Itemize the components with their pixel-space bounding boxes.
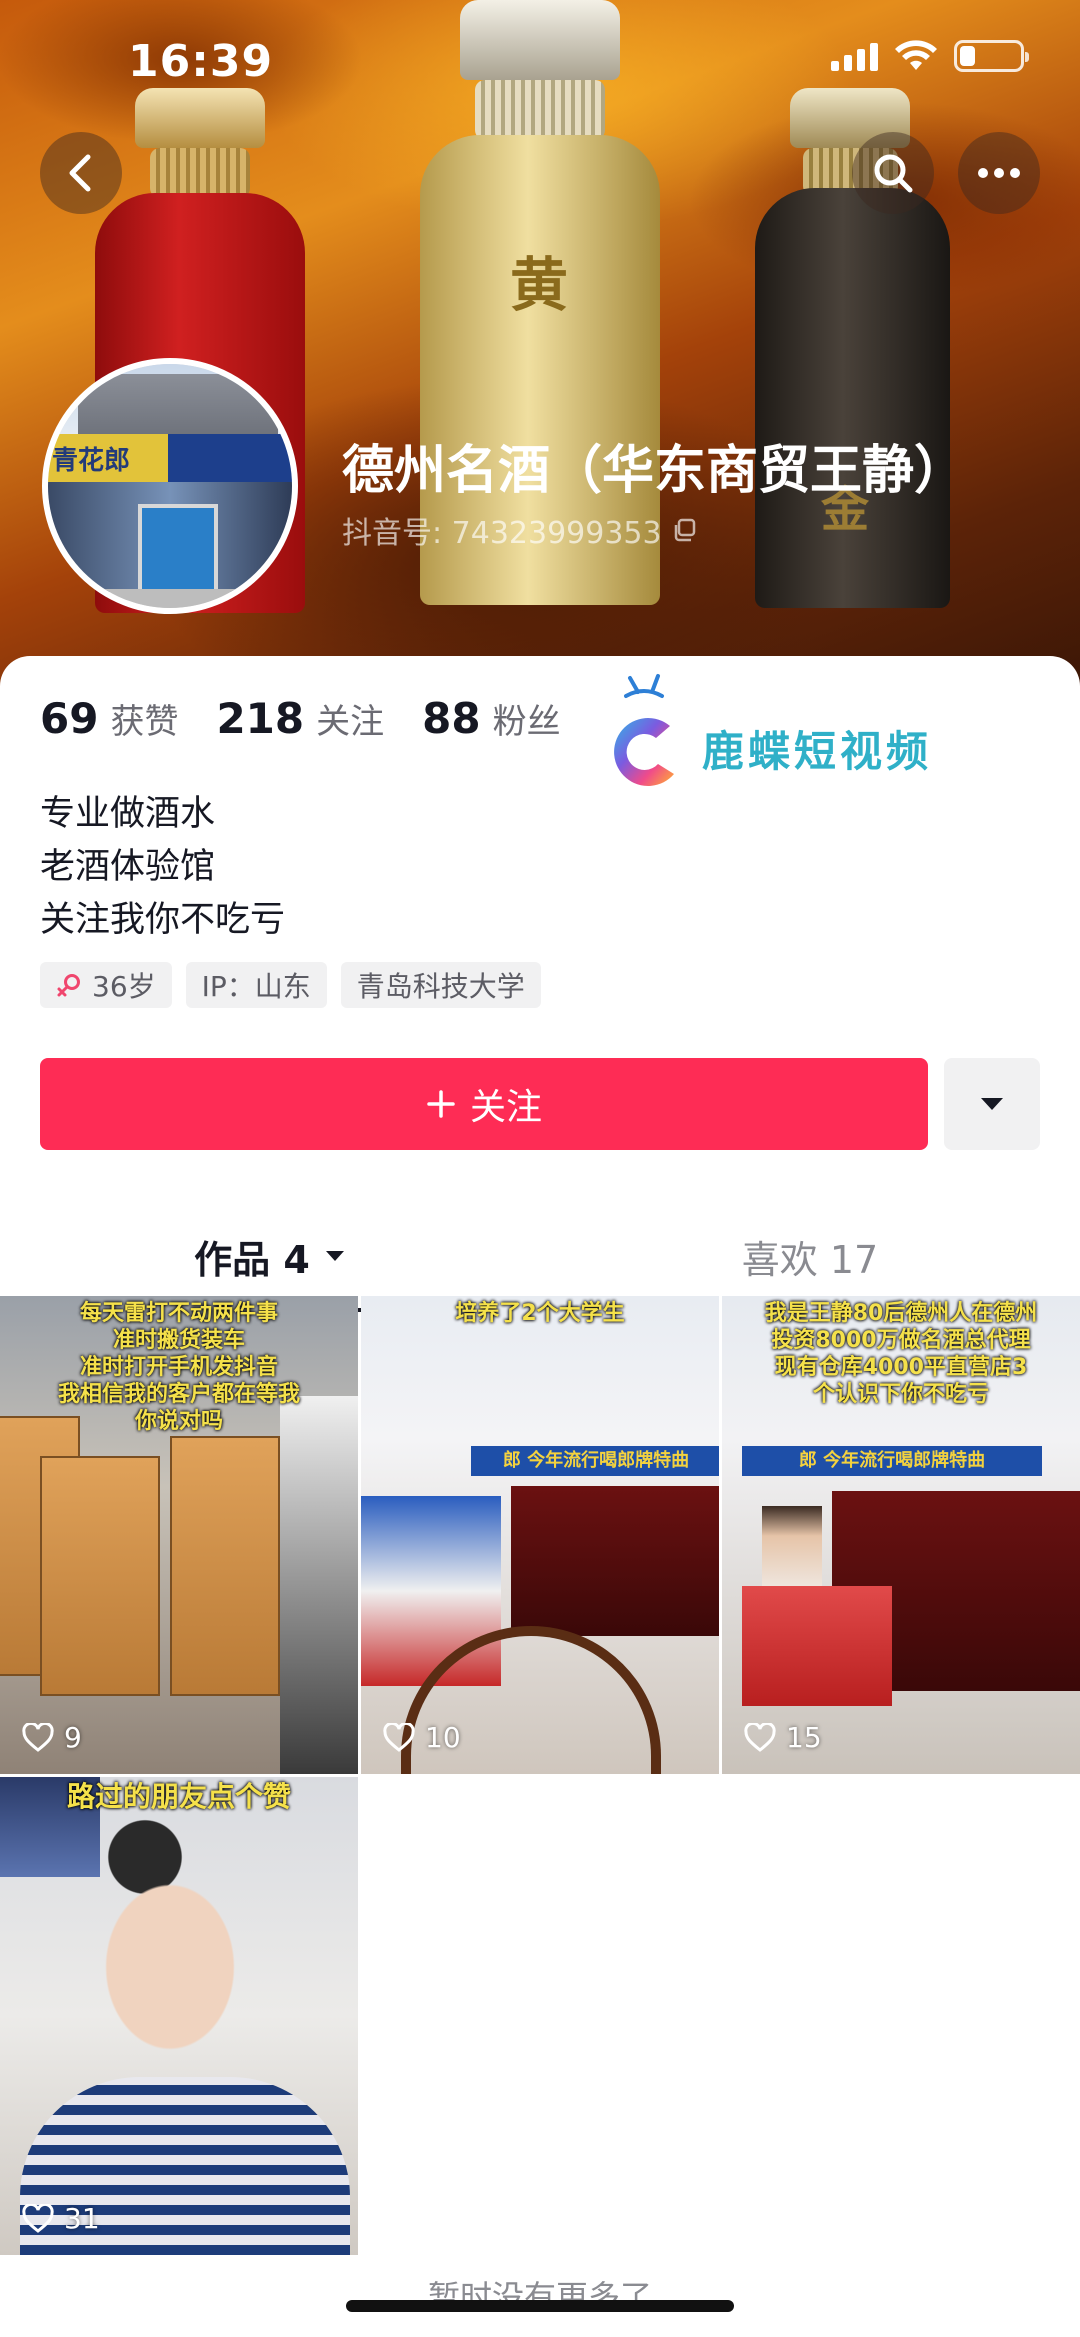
video-likes-count: 31 [64, 2202, 100, 2235]
more-options-button[interactable] [958, 132, 1040, 214]
tab-works[interactable]: 作品 4 [0, 1206, 540, 1306]
heart-icon [22, 1722, 54, 1752]
video-thumbnail[interactable]: 每天雷打不动两件事 准时搬货装车 准时打开手机发抖音 我相信我的客户都在等我 你… [0, 1296, 358, 1774]
search-button[interactable] [852, 132, 934, 214]
search-icon [874, 154, 913, 193]
tag-age-text: 36岁 [92, 970, 156, 1003]
video-caption: 每天雷打不动两件事 准时搬货装车 准时打开手机发抖音 我相信我的客户都在等我 你… [57, 1301, 300, 1434]
tab-likes[interactable]: 喜欢 17 [540, 1206, 1080, 1306]
profile-stats: 69 获赞 218 关注 88 粉丝 [40, 694, 561, 743]
plus-icon [427, 1090, 455, 1118]
recommend-dropdown-button[interactable] [944, 1058, 1040, 1150]
home-indicator[interactable] [346, 2300, 734, 2312]
status-time: 16:39 [128, 36, 274, 87]
store-banner: 郎 今年流行喝郎牌特曲 [471, 1446, 719, 1476]
video-likes: 15 [744, 1721, 822, 1754]
tag-school[interactable]: 青岛科技大学 [340, 962, 541, 1008]
battery-level [960, 46, 975, 66]
stat-likes-value: 69 [40, 694, 99, 743]
stat-followers-label: 粉丝 [492, 702, 561, 742]
avatar-sign-text: 青花郎 [48, 434, 168, 482]
wifi-icon [895, 40, 937, 70]
douyin-id: 抖音号: 74323999353 [342, 516, 662, 551]
video-likes-count: 9 [64, 1721, 82, 1754]
caret-down-icon [325, 1251, 344, 1261]
video-likes-count: 15 [786, 1721, 822, 1754]
profile-banner: 黄 金 16:39 青花郎 德州名酒（华东商贸王静） 抖音号: 74323999… [0, 0, 1080, 700]
video-likes: 9 [22, 1721, 82, 1754]
copy-icon[interactable] [672, 517, 698, 543]
profile-bio: 专业做酒水 老酒体验馆 关注我你不吃亏 [40, 788, 285, 947]
video-caption: 培养了2个大学生 [455, 1301, 625, 1326]
video-caption: 路过的朋友点个赞 [66, 1780, 291, 1813]
status-icons [831, 40, 1029, 72]
stat-following[interactable]: 218 关注 [216, 694, 384, 743]
bio-line: 专业做酒水 [40, 794, 216, 834]
video-thumbnail[interactable]: 郎 今年流行喝郎牌特曲 培养了2个大学生 10 [361, 1296, 719, 1774]
tag-ip-text: IP：山东 [201, 970, 311, 1003]
stat-likes[interactable]: 69 获赞 [40, 694, 178, 743]
bio-line: 关注我你不吃亏 [40, 900, 286, 940]
tab-works-label: 作品 4 [194, 1237, 310, 1282]
follow-button[interactable]: 关注 [40, 1058, 928, 1150]
tag-age: 36岁 [40, 962, 172, 1008]
heart-icon [383, 1722, 415, 1752]
store-banner: 郎 今年流行喝郎牌特曲 [742, 1446, 1042, 1476]
back-button[interactable] [40, 132, 122, 214]
stat-likes-label: 获赞 [110, 702, 179, 742]
stat-following-value: 218 [216, 694, 305, 743]
stat-followers-value: 88 [422, 694, 481, 743]
more-dots-icon [978, 168, 1020, 178]
douyin-id-row[interactable]: 抖音号: 74323999353 [342, 508, 698, 552]
profile-name: 德州名酒（华东商贸王静） [342, 441, 967, 501]
battery-icon [954, 40, 1029, 72]
avatar[interactable]: 青花郎 [42, 358, 298, 614]
tab-likes-label: 喜欢 17 [741, 1237, 879, 1282]
chevron-left-icon [69, 154, 91, 192]
watermark-logo-icon [614, 674, 674, 786]
video-thumbnail[interactable]: 郎 今年流行喝郎牌特曲 我是王静80后德州人在德州 投资8000万做名酒总代理 … [722, 1296, 1080, 1774]
video-caption: 我是王静80后德州人在德州 投资8000万做名酒总代理 现有仓库4000平直营店… [764, 1301, 1038, 1407]
video-likes: 10 [383, 1721, 461, 1754]
follow-button-label: 关注 [469, 1087, 542, 1128]
female-icon [57, 974, 80, 997]
tag-ip: IP：山东 [185, 962, 327, 1008]
stat-following-label: 关注 [316, 702, 385, 742]
video-likes: 31 [22, 2202, 100, 2235]
watermark: 鹿蝶短视频 [600, 668, 1000, 788]
heart-icon [744, 1722, 776, 1752]
bottle-gold-char: 黄 [510, 251, 569, 319]
caret-down-icon [981, 1098, 1003, 1110]
video-thumbnail[interactable]: 路过的朋友点个赞 31 [0, 1777, 358, 2255]
profile-tags: 36岁 IP：山东 青岛科技大学 [40, 962, 541, 1008]
heart-icon [22, 2203, 54, 2233]
tag-school-text: 青岛科技大学 [356, 970, 525, 1003]
bio-line: 老酒体验馆 [40, 847, 216, 887]
watermark-text: 鹿蝶短视频 [702, 727, 933, 776]
stat-followers[interactable]: 88 粉丝 [422, 694, 560, 743]
video-likes-count: 10 [425, 1721, 461, 1754]
cellular-signal-icon [831, 41, 878, 71]
